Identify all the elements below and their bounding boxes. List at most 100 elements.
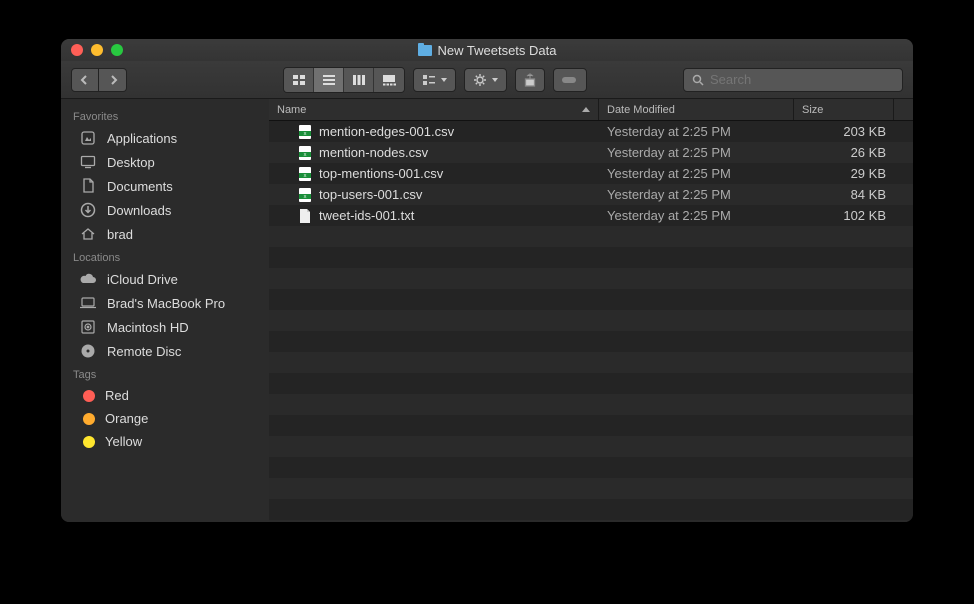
file-date: Yesterday at 2:25 PM — [599, 145, 794, 160]
search-field[interactable] — [683, 68, 903, 92]
sidebar-item-label: iCloud Drive — [107, 272, 178, 287]
window-title: New Tweetsets Data — [418, 43, 557, 58]
svg-text:X: X — [303, 131, 306, 136]
file-size: 102 KB — [794, 208, 894, 223]
empty-row — [269, 436, 913, 457]
file-row[interactable]: Xtop-mentions-001.csvYesterday at 2:25 P… — [269, 163, 913, 184]
empty-row — [269, 457, 913, 478]
close-window[interactable] — [71, 44, 83, 56]
file-row[interactable]: tweet-ids-001.txtYesterday at 2:25 PM102… — [269, 205, 913, 226]
file-size: 29 KB — [794, 166, 894, 181]
empty-row — [269, 373, 913, 394]
column-date[interactable]: Date Modified — [599, 99, 794, 120]
home-icon — [79, 226, 97, 242]
sidebar-section-header: Tags — [61, 363, 269, 384]
list-view-button[interactable] — [314, 68, 344, 92]
column-name[interactable]: Name — [269, 99, 599, 120]
chevron-down-icon — [441, 78, 447, 82]
sidebar-tag-item[interactable]: Yellow — [61, 430, 269, 453]
icloud-icon — [79, 271, 97, 287]
disk-icon — [79, 319, 97, 335]
sidebar-item[interactable]: Macintosh HD — [61, 315, 269, 339]
empty-row — [269, 352, 913, 373]
text-file-icon — [297, 208, 313, 224]
column-size[interactable]: Size — [794, 99, 894, 120]
finder-window: New Tweetsets Data FavoritesApplications… — [61, 39, 913, 522]
empty-row — [269, 394, 913, 415]
empty-row — [269, 268, 913, 289]
svg-text:X: X — [303, 152, 306, 157]
file-row[interactable]: Xmention-nodes.csvYesterday at 2:25 PM26… — [269, 142, 913, 163]
remote-icon — [79, 343, 97, 359]
sidebar-item-label: brad — [107, 227, 133, 242]
icon-view-button[interactable] — [284, 68, 314, 92]
spreadsheet-file-icon: X — [297, 166, 313, 182]
empty-row — [269, 289, 913, 310]
sidebar-item[interactable]: Remote Disc — [61, 339, 269, 363]
desktop-icon — [79, 154, 97, 170]
nav-buttons — [71, 68, 127, 92]
file-name: mention-edges-001.csv — [319, 124, 454, 139]
sidebar-item[interactable]: iCloud Drive — [61, 267, 269, 291]
traffic-lights — [71, 44, 123, 56]
chevron-down-icon — [492, 78, 498, 82]
downloads-icon — [79, 202, 97, 218]
sidebar-item[interactable]: Downloads — [61, 198, 269, 222]
tag-color-dot — [83, 436, 95, 448]
file-name: top-users-001.csv — [319, 187, 422, 202]
sidebar-section-header: Favorites — [61, 105, 269, 126]
file-row[interactable]: Xtop-users-001.csvYesterday at 2:25 PM84… — [269, 184, 913, 205]
sidebar-tag-label: Yellow — [105, 434, 142, 449]
action-button[interactable] — [464, 68, 507, 92]
back-button[interactable] — [71, 68, 99, 92]
file-name: top-mentions-001.csv — [319, 166, 443, 181]
forward-button[interactable] — [99, 68, 127, 92]
minimize-window[interactable] — [91, 44, 103, 56]
sidebar-item[interactable]: brad — [61, 222, 269, 246]
sidebar-item[interactable]: Applications — [61, 126, 269, 150]
group-button[interactable] — [413, 68, 456, 92]
zoom-window[interactable] — [111, 44, 123, 56]
sidebar-item-label: Brad's MacBook Pro — [107, 296, 225, 311]
file-row[interactable]: Xmention-edges-001.csv Yesterday at 2:25 … — [269, 121, 913, 142]
toolbar — [61, 61, 913, 99]
sort-ascending-icon — [582, 107, 590, 112]
svg-text:X: X — [303, 173, 306, 178]
spreadsheet-file-icon: X — [297, 145, 313, 161]
laptop-icon — [79, 295, 97, 311]
file-rows: Xmention-edges-001.csv Yesterday at 2:25 … — [269, 121, 913, 522]
sidebar-item[interactable]: Brad's MacBook Pro — [61, 291, 269, 315]
spreadsheet-file-icon: X — [297, 187, 313, 203]
empty-row — [269, 499, 913, 520]
sidebar-item-label: Remote Disc — [107, 344, 181, 359]
sidebar-tag-item[interactable]: Red — [61, 384, 269, 407]
search-input[interactable] — [710, 72, 894, 87]
sidebar-tag-label: Red — [105, 388, 129, 403]
share-button[interactable] — [515, 68, 545, 92]
empty-row — [269, 226, 913, 247]
tags-button[interactable] — [553, 68, 587, 92]
sidebar-tag-label: Orange — [105, 411, 148, 426]
view-switcher — [283, 67, 405, 93]
empty-row — [269, 478, 913, 499]
sidebar-tag-item[interactable]: Orange — [61, 407, 269, 430]
file-date: Yesterday at 2:25 PM — [599, 124, 794, 139]
sidebar: FavoritesApplications Desktop Documents Dow… — [61, 99, 269, 522]
sidebar-item-label: Downloads — [107, 203, 171, 218]
gallery-view-button[interactable] — [374, 68, 404, 92]
window-title-text: New Tweetsets Data — [438, 43, 557, 58]
sidebar-item[interactable]: Documents — [61, 174, 269, 198]
sidebar-item-label: Documents — [107, 179, 173, 194]
file-date: Yesterday at 2:25 PM — [599, 208, 794, 223]
titlebar[interactable]: New Tweetsets Data — [61, 39, 913, 61]
sidebar-item-label: Desktop — [107, 155, 155, 170]
column-view-button[interactable] — [344, 68, 374, 92]
sidebar-item[interactable]: Desktop — [61, 150, 269, 174]
column-headers: Name Date Modified Size — [269, 99, 913, 121]
empty-row — [269, 310, 913, 331]
file-list-pane: Name Date Modified Size Xmention-edges-0… — [269, 99, 913, 522]
empty-row — [269, 331, 913, 352]
file-size: 203 KB — [794, 124, 894, 139]
spreadsheet-file-icon: X — [297, 124, 313, 140]
empty-row — [269, 247, 913, 268]
